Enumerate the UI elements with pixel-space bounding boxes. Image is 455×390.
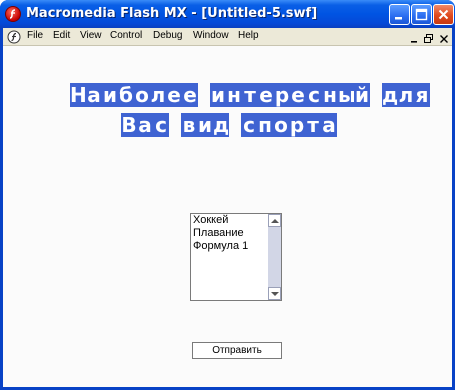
minimize-button[interactable] bbox=[389, 4, 410, 25]
banner-word: спорта bbox=[241, 113, 337, 137]
menu-help[interactable]: Help bbox=[238, 30, 259, 41]
scroll-up-button[interactable] bbox=[268, 214, 281, 227]
close-button[interactable] bbox=[433, 4, 454, 25]
menu-window[interactable]: Window bbox=[193, 30, 229, 41]
menu-control[interactable]: Control bbox=[110, 30, 142, 41]
flash-app-icon bbox=[5, 6, 21, 22]
banner-line-2: Васвид спорта bbox=[121, 113, 337, 137]
doc-restore-icon[interactable] bbox=[423, 30, 435, 43]
banner-word: Наиболее bbox=[70, 83, 198, 107]
listbox-scrollbar[interactable] bbox=[268, 214, 281, 300]
menu-file[interactable]: File bbox=[27, 30, 43, 41]
window-title: Macromedia Flash MX - [Untitled-5.swf] bbox=[26, 6, 318, 21]
banner-line-1: Наиболее интересный для bbox=[70, 83, 430, 107]
sport-listbox[interactable]: Хоккей Плавание Формула 1 bbox=[190, 213, 282, 301]
maximize-button[interactable] bbox=[411, 4, 432, 25]
flash-stage: Наиболее интересный для Васвид спорта Хокке… bbox=[3, 46, 452, 387]
menu-edit[interactable]: Edit bbox=[53, 30, 70, 41]
doc-minimize-icon[interactable] bbox=[409, 30, 421, 43]
menu-bar: File Edit View Control Debug Window Help bbox=[3, 28, 452, 46]
banner-word: для bbox=[382, 83, 430, 107]
menu-debug[interactable]: Debug bbox=[153, 30, 182, 41]
flash-document-icon[interactable] bbox=[7, 29, 21, 44]
title-bar[interactable]: Macromedia Flash MX - [Untitled-5.swf] bbox=[0, 0, 455, 28]
banner-word: интересный bbox=[210, 83, 370, 107]
doc-close-icon[interactable] bbox=[438, 30, 450, 43]
banner-word: Вас bbox=[121, 113, 169, 137]
menu-view[interactable]: View bbox=[80, 30, 102, 41]
app-window: Macromedia Flash MX - [Untitled-5.swf] F… bbox=[0, 0, 455, 390]
scroll-down-button[interactable] bbox=[268, 287, 281, 300]
submit-button[interactable]: Отправить bbox=[192, 342, 282, 359]
banner-word: вид bbox=[181, 113, 230, 137]
